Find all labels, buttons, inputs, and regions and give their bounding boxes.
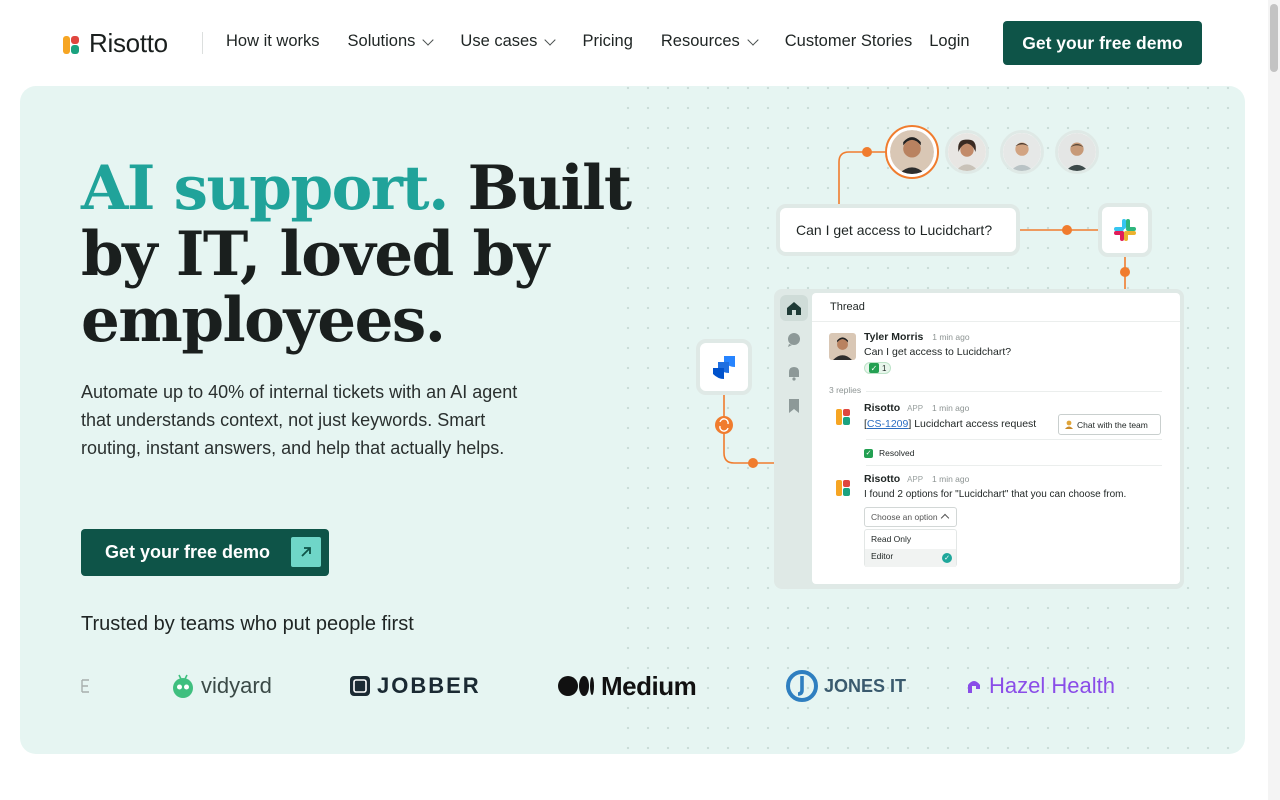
chevron-up-icon [940,513,950,523]
ticket-link[interactable]: CS-1209 [867,418,908,430]
checkmark-icon: ✓ [869,363,879,373]
avatar-2 [945,130,989,174]
check-circle-icon: ✓ [942,553,952,563]
scrollbar-thumb[interactable] [1270,4,1278,72]
message-2: Risotto APP 1 min ago [CS-1209] Lucidcha… [864,402,1036,430]
chat-with-team-button[interactable]: Chat with the team [1058,414,1161,435]
timestamp: 1 min ago [932,332,970,342]
avatar-4 [1055,130,1099,174]
thread-title: Thread [830,301,865,313]
avatar-3 [1000,130,1044,174]
message-text: Can I get access to Lucidchart? [864,346,1012,358]
slack-icon [1098,203,1152,257]
sender-name: Risotto [864,473,901,485]
option-list: Read Only Editor ✓ [864,529,957,567]
option-editor[interactable]: Editor [871,551,893,561]
risotto-avatar-icon [836,407,850,425]
replies-count[interactable]: 3 replies [829,385,861,395]
home-icon[interactable] [786,300,802,316]
choose-option-select[interactable]: Choose an option [864,507,957,527]
reaction-count: 1 [882,363,887,373]
reaction-badge[interactable]: ✓ 1 [864,362,892,374]
page-scrollbar[interactable] [1268,0,1280,800]
chat-with-team-label: Chat with the team [1077,419,1148,430]
person-icon [1065,420,1073,429]
sender-name: Tyler Morris [864,331,924,343]
avatar-active [885,125,939,179]
timestamp: 1 min ago [932,474,970,484]
product-illustration: Can I get access to Lucidchart? Thread T… [0,0,1280,800]
resolved-status: ✓ Resolved [864,448,914,458]
risotto-avatar-icon [836,478,850,496]
bell-icon[interactable] [786,365,802,381]
message-3: Risotto APP 1 min ago I found 2 options … [864,473,1126,500]
bookmark-icon[interactable] [786,398,802,414]
message-1: Tyler Morris 1 min ago Can I get access … [864,331,1011,374]
message-text: I found 2 options for "Lucidchart" that … [864,489,1127,500]
status-text: Resolved [879,448,915,458]
ticket-title: Lucidchart access request [911,418,1037,430]
select-placeholder: Choose an option [871,512,938,522]
ticket-line: [CS-1209] Lucidchart access request [864,418,1037,430]
timestamp: 1 min ago [932,403,970,413]
app-tag: APP [907,404,924,413]
app-tag: APP [907,475,924,484]
thread-panel: Thread Tyler Morris 1 min ago Can I get … [812,293,1180,584]
question-bubble: Can I get access to Lucidchart? [776,204,1020,256]
option-read-only[interactable]: Read Only [871,534,911,544]
avatar-tyler [829,333,856,360]
slack-sidebar [778,293,810,585]
thread-divider [812,321,1180,322]
jira-icon [696,339,752,395]
chat-icon[interactable] [786,332,802,348]
checkmark-icon: ✓ [864,448,873,458]
sender-name: Risotto [864,402,901,414]
